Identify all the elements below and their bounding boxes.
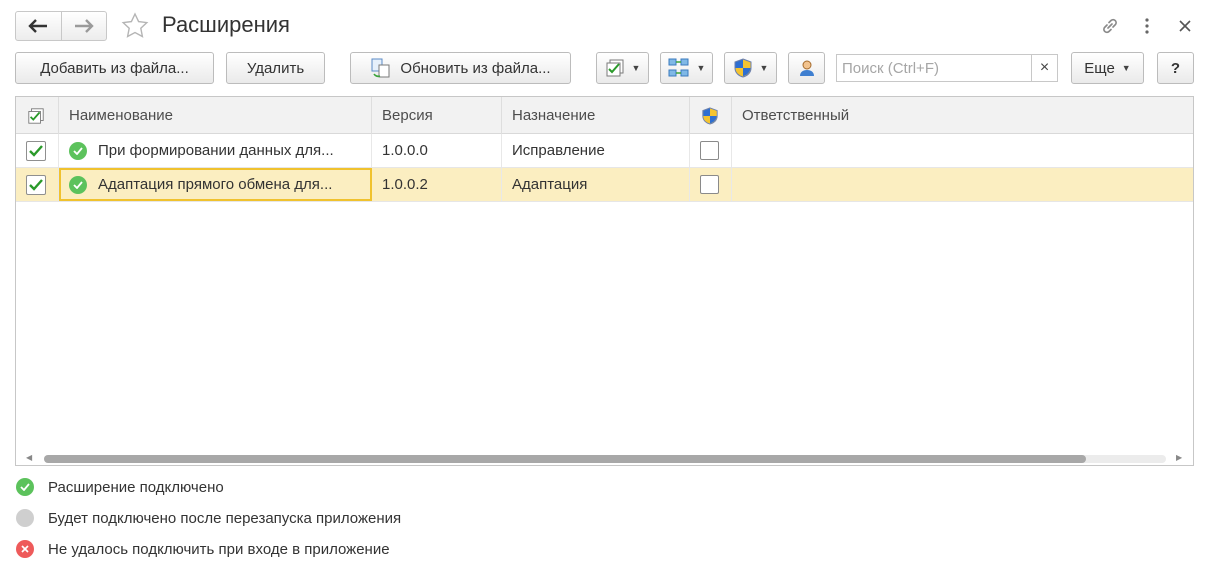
arrow-right-icon xyxy=(74,19,94,33)
table-row[interactable]: При формировании данных для... 1.0.0.0 И… xyxy=(16,134,1193,168)
legend-label: Расширение подключено xyxy=(48,478,224,496)
scroll-left-icon[interactable]: ◀ xyxy=(26,453,32,462)
connected-status-icon xyxy=(16,478,34,496)
checkmark-icon xyxy=(29,178,43,191)
update-file-icon xyxy=(371,58,390,78)
forward-button[interactable] xyxy=(60,12,107,40)
checkmark-icon xyxy=(29,144,43,157)
header-responsible[interactable]: Ответственный xyxy=(732,97,1193,134)
responsible-cell xyxy=(732,168,1193,201)
name-cell: При формировании данных для... xyxy=(59,134,372,167)
legend-connected: Расширение подключено xyxy=(16,478,224,496)
connected-status-icon xyxy=(69,141,87,160)
update-from-file-button[interactable]: Обновить из файла... xyxy=(350,52,571,84)
scroll-thumb[interactable] xyxy=(44,455,1086,463)
header-safe-mode[interactable] xyxy=(690,97,732,134)
close-icon xyxy=(1179,20,1191,32)
link-icon xyxy=(1103,18,1117,34)
close-button[interactable] xyxy=(1173,14,1197,38)
help-button[interactable]: ? xyxy=(1157,52,1194,84)
star-icon xyxy=(121,12,149,38)
responsible-user-button[interactable] xyxy=(788,52,825,84)
chevron-down-icon: ▼ xyxy=(1121,63,1131,73)
extension-name: Адаптация прямого обмена для... xyxy=(98,176,333,193)
connected-status-icon xyxy=(69,175,87,194)
header-purpose[interactable]: Назначение xyxy=(502,97,690,134)
shield-icon xyxy=(734,58,752,78)
version-cell: 1.0.0.0 xyxy=(372,134,502,167)
structure-menu-button[interactable]: ▼ xyxy=(660,52,713,84)
favorite-star-button[interactable] xyxy=(119,11,151,41)
extensions-table: Наименование Версия Назначение Ответстве… xyxy=(15,96,1194,466)
safe-mode-checkbox[interactable] xyxy=(700,175,719,194)
link-button[interactable] xyxy=(1098,14,1122,38)
header-name[interactable]: Наименование xyxy=(59,97,372,134)
header-version[interactable]: Версия xyxy=(372,97,502,134)
search-input[interactable] xyxy=(837,55,1031,81)
chevron-down-icon: ▼ xyxy=(631,63,641,73)
extension-name: При формировании данных для... xyxy=(98,142,334,159)
add-from-file-button[interactable]: Добавить из файла... xyxy=(15,52,214,84)
table-header: Наименование Версия Назначение Ответстве… xyxy=(16,97,1193,134)
legend-label: Не удалось подключить при входе в прилож… xyxy=(48,540,390,558)
more-vertical-button[interactable] xyxy=(1135,14,1159,38)
chevron-down-icon: ▼ xyxy=(696,63,706,73)
safe-mode-cell xyxy=(690,168,732,201)
user-icon xyxy=(799,60,814,76)
legend-failed: Не удалось подключить при входе в прилож… xyxy=(16,540,390,558)
checklist-icon xyxy=(606,59,624,77)
chevron-down-icon: ▼ xyxy=(759,63,769,73)
safe-mode-checkbox[interactable] xyxy=(700,141,719,160)
page-title: Расширения xyxy=(162,12,290,37)
search-clear-button[interactable]: × xyxy=(1031,55,1057,81)
purpose-cell: Адаптация xyxy=(502,168,690,201)
scroll-right-icon[interactable]: ▶ xyxy=(1176,453,1182,462)
safe-mode-menu-button[interactable]: ▼ xyxy=(724,52,777,84)
legend-pending: Будет подключено после перезапуска прило… xyxy=(16,509,401,527)
enabled-cell xyxy=(16,134,59,167)
more-vertical-icon xyxy=(1145,18,1149,34)
arrow-left-icon xyxy=(28,19,48,33)
check-menu-button[interactable]: ▼ xyxy=(596,52,649,84)
purpose-cell: Исправление xyxy=(502,134,690,167)
safe-mode-cell xyxy=(690,134,732,167)
responsible-cell xyxy=(732,134,1193,167)
enabled-checkbox[interactable] xyxy=(26,140,46,161)
more-label: Еще xyxy=(1084,59,1115,77)
back-button[interactable] xyxy=(16,12,61,40)
enabled-checkbox[interactable] xyxy=(26,174,46,195)
more-button[interactable]: Еще ▼ xyxy=(1071,52,1144,84)
navigation-group xyxy=(15,11,107,41)
update-from-file-label: Обновить из файла... xyxy=(400,59,551,77)
horizontal-scrollbar[interactable]: ◀ ▶ xyxy=(16,449,1193,465)
pending-status-icon xyxy=(16,509,34,527)
checklist-icon xyxy=(28,107,44,124)
version-cell: 1.0.0.2 xyxy=(372,168,502,201)
error-status-icon xyxy=(16,540,34,558)
header-enabled-column[interactable] xyxy=(16,97,59,134)
name-cell-focused: Адаптация прямого обмена для... xyxy=(59,168,372,201)
enabled-cell xyxy=(16,168,59,201)
delete-button[interactable]: Удалить xyxy=(226,52,325,84)
legend-label: Будет подключено после перезапуска прило… xyxy=(48,509,402,527)
search-box: × xyxy=(836,54,1058,82)
table-row-selected[interactable]: Адаптация прямого обмена для... 1.0.0.2 … xyxy=(16,168,1193,202)
shield-icon xyxy=(702,106,718,125)
hierarchy-icon xyxy=(668,58,689,77)
